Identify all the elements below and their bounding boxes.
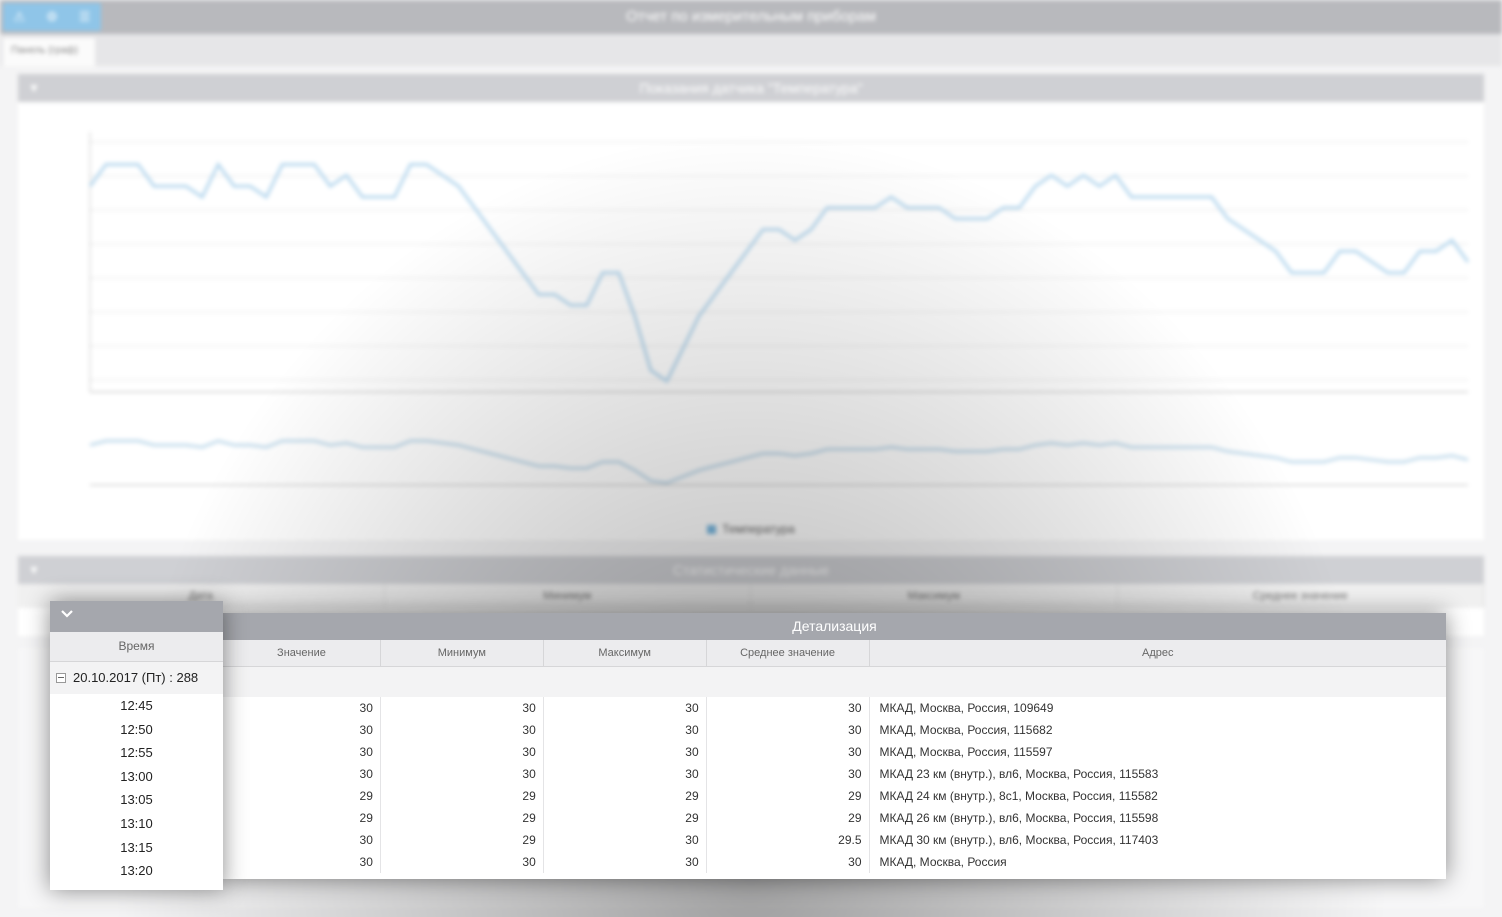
cell-value: 30	[223, 697, 381, 719]
group-row	[223, 667, 1446, 697]
cell-min: 30	[381, 697, 544, 719]
cell-address: МКАД, Москва, Россия	[879, 855, 1007, 869]
cell-max: 30	[544, 741, 707, 763]
col-max[interactable]: Максимум	[544, 640, 707, 666]
tab-bar: Панель (граф)	[0, 34, 1502, 66]
table-row[interactable]: 30 30 30 30 МКАД 23 км (внутр.), вл6, Москва…	[223, 763, 1446, 785]
legend-label: Температура	[722, 522, 795, 536]
cell-address: МКАД, Москва, Россия, 115682	[879, 723, 1053, 737]
cell-avg: 30	[707, 719, 870, 741]
col-time[interactable]: Время	[50, 632, 223, 662]
time-row[interactable]: 13:00	[50, 765, 223, 789]
cell-min: 30	[381, 741, 544, 763]
series-line-temperature	[88, 161, 1470, 384]
cell-min: 30	[381, 719, 544, 741]
cell-avg: 30	[707, 697, 870, 719]
cell-address: МКАД, Москва, Россия, 109649	[879, 701, 1054, 715]
table-row[interactable]: 30 30 30 30 МКАД, Москва, Россия	[223, 851, 1446, 873]
table-row[interactable]: 30 30 30 30 МКАД, Москва, Россия, 109649	[223, 697, 1446, 719]
cell-avg: 30	[707, 851, 870, 873]
cell-value: 29	[223, 785, 381, 807]
cell-min: 30	[381, 763, 544, 785]
legend-swatch	[707, 525, 717, 535]
stats-col-avg[interactable]: Среднее значение	[1118, 584, 1484, 608]
cell-min: 29	[381, 785, 544, 807]
detail-title: Детализация	[223, 613, 1446, 640]
stats-panel-title: Статистические данные	[672, 562, 830, 578]
cell-value: 30	[223, 763, 381, 785]
table-row[interactable]: 29 29 29 29 МКАД 26 км (внутр.), вл6, Москва…	[223, 807, 1446, 829]
detail-panel: Детализация Значение Минимум Максимум Ср…	[223, 613, 1446, 879]
cell-min: 29	[381, 829, 544, 851]
cell-value: 30	[223, 829, 381, 851]
group-row-date[interactable]: 20.10.2017 (Пт) : 288	[50, 662, 223, 694]
group-label: 20.10.2017 (Пт) : 288	[73, 670, 199, 685]
stats-columns: Дата Минимум Максимум Среднее значение	[18, 584, 1484, 608]
detail-rows: 30 30 30 30 МКАД, Москва, Россия, 109649 30 30…	[223, 697, 1446, 873]
temperature-chart	[88, 132, 1470, 486]
cell-min: 30	[381, 851, 544, 873]
cell-address: МКАД, Москва, Россия, 115597	[879, 745, 1053, 759]
col-value[interactable]: Значение	[223, 640, 381, 666]
col-min[interactable]: Минимум	[381, 640, 544, 666]
table-row[interactable]: 30 30 30 30 МКАД, Москва, Россия, 115597	[223, 741, 1446, 763]
cell-value: 30	[223, 719, 381, 741]
time-row[interactable]: 12:55	[50, 741, 223, 765]
time-row[interactable]: 13:20	[50, 859, 223, 883]
chart-panel-header[interactable]: ▼ Показания датчика "Температура"	[18, 74, 1484, 102]
time-rows: 12:45 12:50 12:55 13:00 13:05 13:10 13:15 13:20	[50, 694, 223, 883]
stats-col-min[interactable]: Минимум	[385, 584, 751, 608]
chart-panel-title: Показания датчика "Температура"	[639, 80, 863, 96]
cell-max: 30	[544, 719, 707, 741]
time-row[interactable]: 13:10	[50, 812, 223, 836]
col-address[interactable]: Адрес	[870, 640, 1447, 666]
cell-address: МКАД 24 км (внутр.), 8с1, Москва, Россия…	[879, 789, 1158, 803]
cell-max: 29	[544, 785, 707, 807]
cell-max: 30	[544, 763, 707, 785]
time-row[interactable]: 13:05	[50, 788, 223, 812]
cell-max: 30	[544, 697, 707, 719]
chevron-down-icon[interactable]: ▼	[28, 74, 40, 102]
time-row[interactable]: 12:45	[50, 694, 223, 718]
time-row[interactable]: 12:50	[50, 718, 223, 742]
title-bar: ⚠ ⚙ ☰ Отчет по измерительным приборам	[0, 0, 1502, 34]
cell-value: 30	[223, 741, 381, 763]
cell-min: 29	[381, 807, 544, 829]
collapse-icon[interactable]	[56, 673, 66, 683]
cell-address: МКАД 23 км (внутр.), вл6, Москва, Россия…	[879, 767, 1159, 781]
stats-panel-header[interactable]: ▼ Статистические данные	[18, 556, 1484, 584]
cell-avg: 29	[707, 785, 870, 807]
table-row[interactable]: 30 29 30 29.5 МКАД 30 км (внутр.), вл6, Моск…	[223, 829, 1446, 851]
cell-avg: 30	[707, 741, 870, 763]
table-row[interactable]: 29 29 29 29 МКАД 24 км (внутр.), 8с1, Москва…	[223, 785, 1446, 807]
navigator-series-line[interactable]	[89, 439, 1469, 485]
time-panel-header[interactable]	[50, 601, 223, 632]
window-title: Отчет по измерительным приборам	[626, 8, 876, 25]
cell-avg: 30	[707, 763, 870, 785]
stats-col-max[interactable]: Максимум	[751, 584, 1118, 608]
tab-panel-graph[interactable]: Панель (граф)	[3, 38, 95, 66]
cell-value: 30	[223, 851, 381, 873]
cell-max: 30	[544, 829, 707, 851]
cell-max: 30	[544, 851, 707, 873]
detail-columns: Значение Минимум Максимум Среднее значен…	[223, 640, 1446, 667]
chevron-down-icon[interactable]	[60, 607, 74, 621]
cell-max: 29	[544, 807, 707, 829]
cell-avg: 29.5	[707, 829, 870, 851]
cell-avg: 29	[707, 807, 870, 829]
cell-value: 29	[223, 807, 381, 829]
time-panel: Время 20.10.2017 (Пт) : 288 12:45 12:50 12…	[50, 601, 223, 890]
time-row[interactable]: 13:15	[50, 836, 223, 860]
cell-address: МКАД 30 км (внутр.), вл6, Москва, Россия…	[879, 833, 1159, 847]
chart-panel: ▼ Показания датчика "Температура" Темпер…	[18, 74, 1484, 540]
chart-legend[interactable]: Температура	[18, 522, 1484, 536]
col-avg[interactable]: Среднее значение	[707, 640, 870, 666]
cell-address: МКАД 26 км (внутр.), вл6, Москва, Россия…	[879, 811, 1159, 825]
chevron-down-icon[interactable]: ▼	[28, 556, 40, 584]
table-row[interactable]: 30 30 30 30 МКАД, Москва, Россия, 115682	[223, 719, 1446, 741]
